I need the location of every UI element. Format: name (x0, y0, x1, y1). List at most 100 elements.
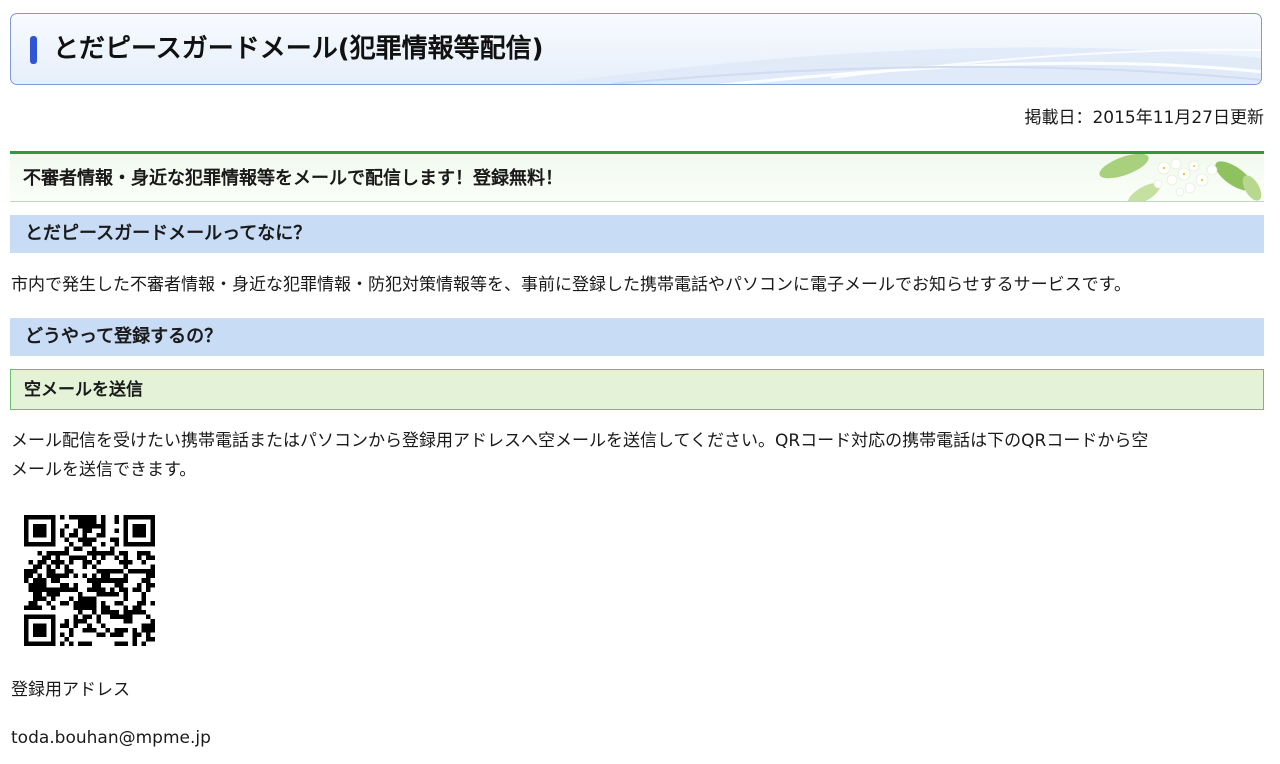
qr-module (73, 546, 79, 552)
qr-module (114, 627, 119, 633)
qr-module (132, 515, 137, 520)
qr-module (96, 560, 101, 565)
qr-module (118, 569, 124, 574)
qr-module (51, 623, 56, 628)
qr-module (69, 569, 74, 574)
qr-module (69, 641, 74, 646)
qr-module (105, 551, 110, 556)
qr-module (42, 528, 47, 534)
qr-module (118, 578, 124, 583)
subheading-send-empty-mail: 空メールを送信 (10, 369, 1264, 410)
qr-module (118, 627, 124, 633)
qr-module (141, 524, 146, 529)
qr-module (145, 582, 151, 588)
qr-module (46, 551, 52, 556)
qr-module (123, 609, 128, 615)
qr-module (96, 582, 101, 588)
qr-module (42, 560, 47, 565)
qr-module (24, 528, 29, 534)
qr-module (114, 614, 119, 619)
qr-module (136, 555, 142, 561)
qr-module (114, 569, 119, 574)
qr-module (82, 564, 88, 570)
qr-module (114, 609, 119, 615)
qr-module (46, 515, 52, 520)
qr-module (123, 564, 128, 570)
qr-module (91, 578, 97, 583)
qr-module (91, 587, 97, 592)
qr-module (118, 632, 124, 637)
qr-module (123, 573, 128, 579)
register-instructions-line2: メールを送信できます。 (11, 460, 197, 480)
qr-module (64, 564, 70, 570)
qr-module (51, 573, 56, 579)
qr-module (64, 600, 70, 606)
qr-module (60, 528, 65, 534)
qr-module (141, 596, 146, 601)
qr-module (69, 627, 74, 633)
qr-module (123, 560, 128, 565)
qr-module (33, 641, 38, 646)
qr-module (42, 641, 47, 646)
qr-module (82, 641, 88, 646)
qr-module (64, 623, 70, 628)
qr-module (145, 569, 151, 574)
qr-module (73, 623, 79, 628)
qr-module (127, 560, 133, 565)
qr-module (105, 573, 110, 579)
qr-module (33, 596, 38, 601)
qr-module (42, 515, 47, 520)
qr-module (33, 564, 38, 570)
qr-module (145, 551, 151, 556)
qr-module (24, 537, 29, 543)
qr-module (37, 596, 43, 601)
qr-module (123, 533, 128, 538)
qr-module (33, 614, 38, 619)
qr-module (87, 623, 92, 628)
qr-module (60, 533, 65, 538)
qr-module (24, 533, 29, 538)
qr-module (64, 537, 70, 543)
qr-module (100, 551, 106, 556)
qr-module (87, 519, 92, 525)
qr-module (33, 515, 38, 520)
qr-module (46, 614, 52, 619)
qr-module (123, 578, 128, 583)
qr-module (96, 524, 101, 529)
qr-module (109, 591, 115, 597)
qr-module (96, 551, 101, 556)
registration-address[interactable]: toda.bouhan@mpme.jp (11, 724, 211, 753)
qr-module (24, 578, 29, 583)
qr-module (55, 573, 61, 579)
qr-module (150, 582, 155, 588)
qr-module (123, 542, 128, 547)
qr-module (73, 582, 79, 588)
qr-module (51, 641, 56, 646)
qr-module (69, 533, 74, 538)
qr-module (60, 632, 65, 637)
qr-module (100, 605, 106, 610)
qr-module (60, 515, 65, 520)
qr-module (96, 578, 101, 583)
qr-module (136, 542, 142, 547)
qr-module (118, 551, 124, 556)
qr-module (141, 641, 146, 646)
qr-module (28, 587, 34, 592)
qr-module (82, 528, 88, 534)
qr-module (55, 560, 61, 565)
qr-module (24, 524, 29, 529)
qr-module (51, 614, 56, 619)
qr-module (100, 623, 106, 628)
qr-module (100, 555, 106, 561)
qr-module (150, 524, 155, 529)
qr-module (24, 636, 29, 642)
qr-module (150, 600, 155, 606)
qr-module (46, 591, 52, 597)
qr-module (60, 582, 65, 588)
qr-module (118, 560, 124, 565)
qr-module (150, 515, 155, 520)
qr-module (37, 542, 43, 547)
qr-module (141, 533, 146, 538)
qr-module (87, 542, 92, 547)
qr-module (118, 641, 124, 646)
